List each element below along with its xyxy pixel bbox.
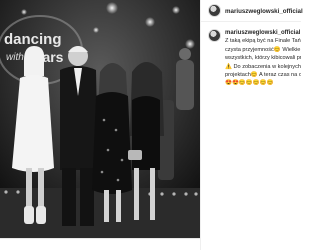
backdrop-text-2: with	[6, 52, 24, 63]
caption-avatar-icon[interactable]	[208, 29, 221, 42]
post-header: mariuszweglowski_official	[201, 0, 303, 22]
profile-avatar-icon[interactable]	[208, 4, 221, 17]
caption-line: Z taką ekipą być na Finale Tańca z Gwiaz…	[225, 38, 301, 45]
caption-line: wszystkich, którzy kibicowali programowi	[225, 55, 301, 62]
photo-bottom-border	[0, 238, 200, 239]
caption-emoji-line: 😍😍😊😊😊😊😊	[225, 80, 274, 87]
header-username[interactable]: mariuszweglowski_official	[225, 8, 303, 15]
caption-line: czysta przyjemność😊 Wielkie gratulacje d…	[225, 46, 301, 53]
caption-username[interactable]: mariuszweglowski_official	[225, 29, 301, 37]
post-photo[interactable]: dancing with stars	[0, 0, 200, 238]
backdrop-text-1: dancing	[4, 31, 62, 48]
post-side-panel: mariuszweglowski_official mariuszweglows…	[200, 0, 303, 250]
caption-line: ⚠️ Do zobaczenia w kolejnych	[225, 63, 301, 70]
caption-line: projektach😊 A teraz czas na odpoczynek!	[225, 72, 301, 79]
group-photo-image: dancing with stars	[0, 0, 200, 238]
post-caption: mariuszweglowski_official Z taką ekipą b…	[225, 29, 301, 88]
instagram-post: dancing with stars mariuszweglowski_offi…	[0, 0, 303, 250]
